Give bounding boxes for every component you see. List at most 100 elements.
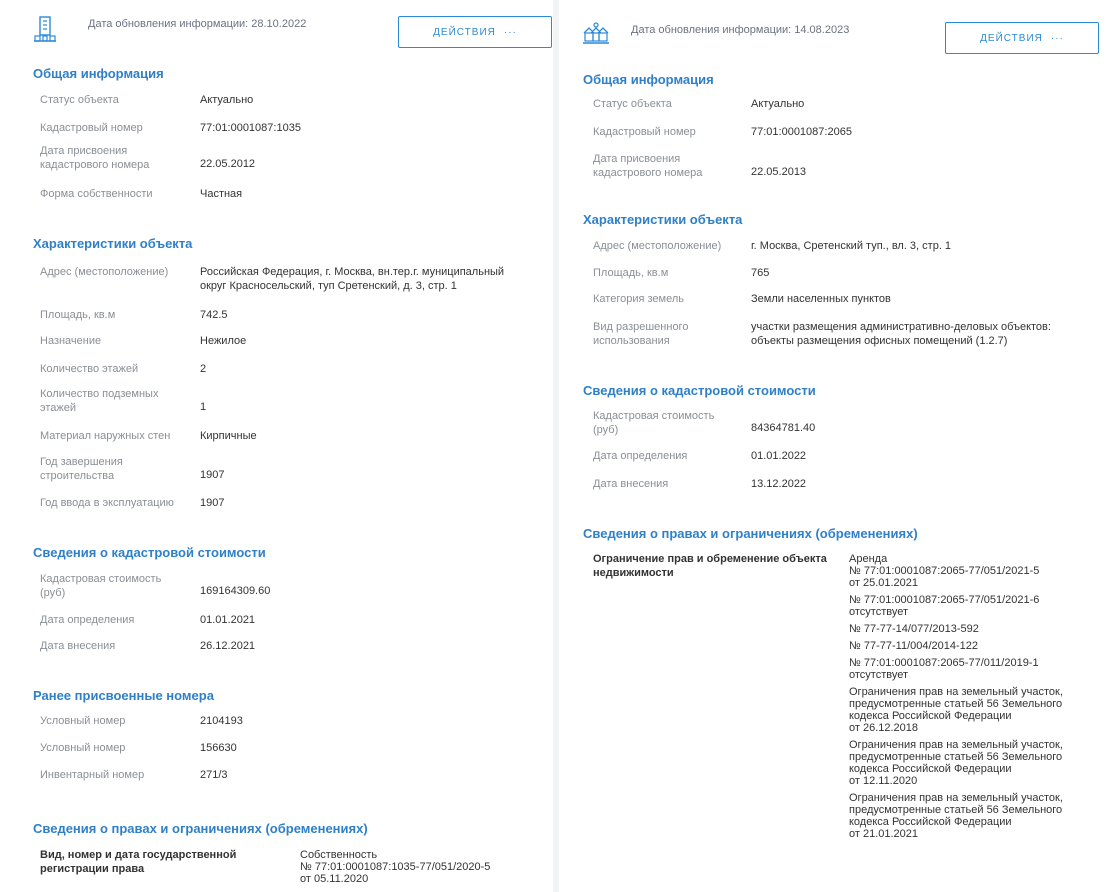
field-value: округ Красносельский, туп Сретенский, д.… bbox=[200, 280, 457, 292]
rights-entry-line: № 77-77-11/004/2014-122 bbox=[849, 640, 979, 652]
left-object-card: Дата обновления информации: 28.10.2022 д… bbox=[0, 0, 553, 892]
field-label: Дата присвоения bbox=[593, 153, 681, 165]
section-title: Общая информация bbox=[33, 66, 164, 81]
section-title: Сведения о правах и ограничениях (обреме… bbox=[583, 526, 918, 541]
field-label: кадастрового номера bbox=[40, 159, 150, 171]
right-object-card: Дата обновления информации: 14.08.2023 д… bbox=[559, 0, 1107, 892]
field-label: Дата присвоения bbox=[40, 145, 128, 157]
field-value: Частная bbox=[200, 188, 243, 200]
field-value: 22.05.2013 bbox=[751, 166, 807, 178]
card-header: Дата обновления информации: 28.10.2022 д… bbox=[0, 14, 553, 54]
rights-label: Вид, номер и дата государственной bbox=[40, 849, 237, 861]
card-header: Дата обновления информации: 14.08.2023 д… bbox=[559, 14, 1107, 54]
field-value: 13.12.2022 bbox=[751, 478, 807, 490]
rights-entry-line: отсутствует bbox=[849, 606, 909, 618]
field-label: Статус объекта bbox=[593, 98, 672, 110]
field-label: Статус объекта bbox=[40, 94, 119, 106]
field-label: Дата определения bbox=[593, 450, 688, 462]
field-label: Дата внесения bbox=[40, 640, 116, 652]
field-value: 77:01:0001087:2065 bbox=[751, 126, 852, 138]
field-label: Условный номер bbox=[40, 715, 126, 727]
rights-label: Ограничение прав и обременение объекта bbox=[593, 553, 827, 565]
field-label: Кадастровый номер bbox=[593, 126, 696, 138]
rights-entry-line: от 25.01.2021 bbox=[849, 577, 919, 589]
field-value: 742.5 bbox=[200, 309, 228, 321]
section-title: Сведения о кадастровой стоимости bbox=[33, 545, 266, 560]
rights-value: от 05.11.2020 bbox=[300, 873, 369, 885]
field-value: 169164309.60 bbox=[200, 585, 271, 597]
field-label: (руб) bbox=[40, 587, 66, 599]
field-label: Адрес (местоположение) bbox=[593, 240, 722, 252]
actions-label: действия bbox=[433, 26, 496, 38]
section-title: Общая информация bbox=[583, 72, 714, 87]
field-label: кадастрового номера bbox=[593, 167, 703, 179]
actions-label: действия bbox=[980, 32, 1043, 44]
field-value: 2 bbox=[200, 363, 207, 375]
field-value: 01.01.2022 bbox=[751, 450, 807, 462]
field-label: Вид разрешенного bbox=[593, 321, 689, 333]
rights-entry-line: № 77-77-14/077/2013-592 bbox=[849, 623, 979, 635]
field-label: Инвентарный номер bbox=[40, 769, 145, 781]
field-label: Категория земель bbox=[593, 293, 684, 305]
rights-label: регистрации права bbox=[40, 863, 145, 875]
field-value: 1907 bbox=[200, 469, 225, 481]
field-value: Актуально bbox=[200, 94, 254, 106]
field-label: Количество подземных bbox=[40, 388, 159, 400]
section-title: Характеристики объекта bbox=[33, 236, 193, 251]
field-label: Дата внесения bbox=[593, 478, 669, 490]
section-title: Сведения о правах и ограничениях (обреме… bbox=[33, 821, 368, 836]
field-label: использования bbox=[593, 335, 670, 347]
field-value: Актуально bbox=[751, 98, 805, 110]
section-title: Сведения о кадастровой стоимости bbox=[583, 383, 816, 398]
more-icon: ··· bbox=[503, 26, 517, 38]
rights-entry-line: от 21.01.2021 bbox=[849, 828, 919, 840]
section-title: Характеристики объекта bbox=[583, 212, 743, 227]
field-value: 26.12.2021 bbox=[200, 640, 256, 652]
field-label: этажей bbox=[40, 402, 77, 414]
field-label: строительства bbox=[40, 470, 115, 482]
field-value: Кирпичные bbox=[200, 430, 257, 442]
field-value: 1907 bbox=[200, 497, 225, 509]
field-value: г. Москва, Сретенский туп., вл. 3, стр. … bbox=[751, 240, 952, 252]
field-label: Год ввода в эксплуатацию bbox=[40, 497, 174, 509]
building-icon bbox=[34, 16, 56, 47]
field-value: 156630 bbox=[200, 742, 237, 754]
field-value: 01.01.2021 bbox=[200, 614, 256, 626]
field-value: участки размещения административно-делов… bbox=[751, 321, 1051, 333]
field-value: Земли населенных пунктов bbox=[751, 293, 891, 305]
field-value: 765 bbox=[751, 267, 770, 279]
update-date: Дата обновления информации: 28.10.2022 bbox=[88, 18, 307, 30]
field-label: Площадь, кв.м bbox=[593, 267, 669, 279]
rights-entry-line: от 26.12.2018 bbox=[849, 722, 919, 734]
field-value: Российская Федерация, г. Москва, вн.тер.… bbox=[200, 266, 505, 278]
field-value: 84364781.40 bbox=[751, 422, 816, 434]
field-label: Количество этажей bbox=[40, 363, 139, 375]
field-value: 271/3 bbox=[200, 769, 228, 781]
field-label: Адрес (местоположение) bbox=[40, 266, 169, 278]
field-label: Форма собственности bbox=[40, 188, 153, 200]
houses-icon bbox=[583, 22, 609, 49]
field-label: Кадастровая стоимость bbox=[593, 410, 715, 422]
field-label: (руб) bbox=[593, 424, 619, 436]
more-icon: ··· bbox=[1050, 32, 1064, 44]
actions-button[interactable]: действия ··· bbox=[398, 16, 552, 48]
field-value: 2104193 bbox=[200, 715, 243, 727]
field-label: Кадастровая стоимость bbox=[40, 573, 162, 585]
actions-button[interactable]: действия ··· bbox=[945, 22, 1099, 54]
field-label: Дата определения bbox=[40, 614, 135, 626]
field-label: Материал наружных стен bbox=[40, 430, 171, 442]
field-label: Условный номер bbox=[40, 742, 126, 754]
field-label: Кадастровый номер bbox=[40, 122, 143, 134]
rights-entry-line: от 12.11.2020 bbox=[849, 775, 918, 787]
field-label: Площадь, кв.м bbox=[40, 309, 116, 321]
field-value: 1 bbox=[200, 401, 207, 413]
section-title: Ранее присвоенные номера bbox=[33, 688, 214, 703]
field-value: 22.05.2012 bbox=[200, 158, 256, 170]
field-value: объекты размещения офисных помещений (1.… bbox=[751, 335, 1008, 347]
field-value: Нежилое bbox=[200, 335, 247, 347]
rights-label: недвижимости bbox=[593, 567, 674, 579]
field-label: Назначение bbox=[40, 335, 102, 347]
field-label: Год завершения bbox=[40, 456, 123, 468]
rights-entry-line: отсутствует bbox=[849, 669, 909, 681]
update-date: Дата обновления информации: 14.08.2023 bbox=[631, 24, 850, 36]
